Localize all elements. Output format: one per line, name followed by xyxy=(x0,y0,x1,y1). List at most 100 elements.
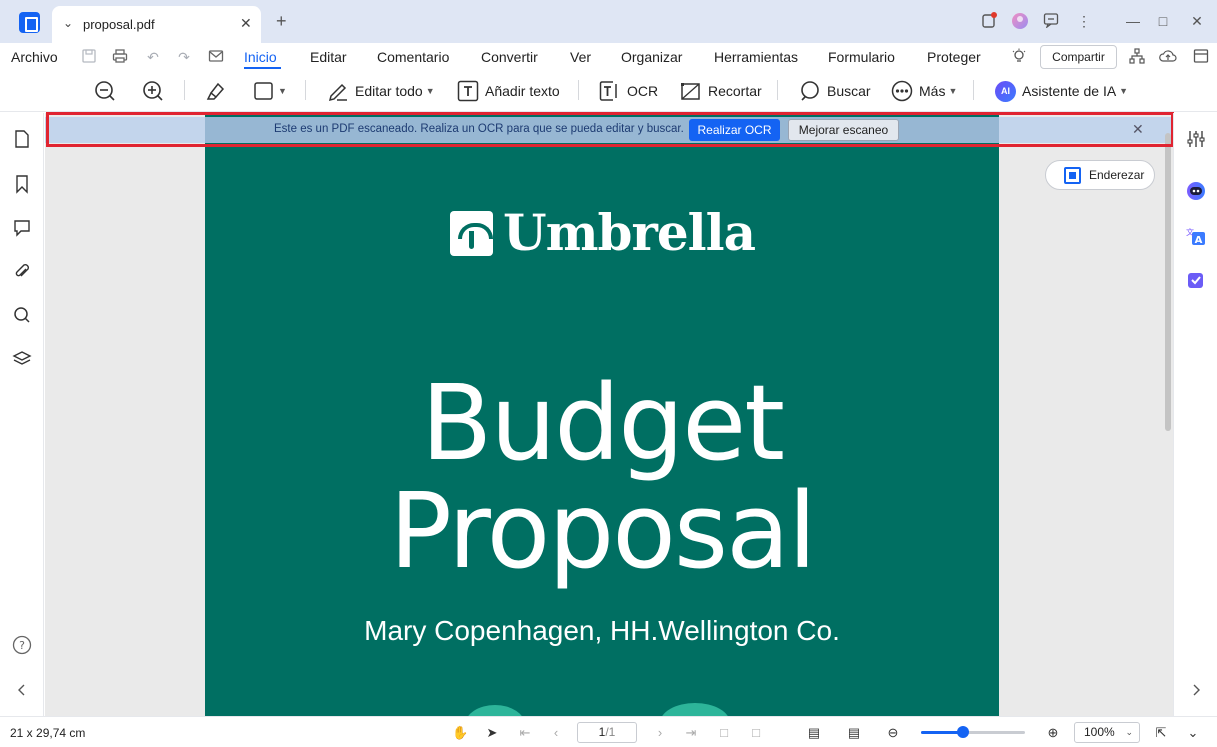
svg-text:文: 文 xyxy=(1186,227,1194,237)
undo-icon[interactable]: ↶ xyxy=(144,48,162,66)
task-check-icon[interactable] xyxy=(1186,270,1206,290)
add-text-label: Añadir texto xyxy=(485,83,560,99)
more-button[interactable]: Más ▼ xyxy=(891,80,957,102)
ai-assistant-button[interactable]: AI Asistente de IA ▼ xyxy=(995,80,1128,102)
highlighter-icon xyxy=(206,82,225,100)
chevron-down-icon: ▼ xyxy=(425,86,435,96)
text-box-icon xyxy=(457,80,479,102)
first-page-icon[interactable]: ⇤ xyxy=(517,725,533,741)
straighten-button[interactable]: Enderezar xyxy=(1045,160,1155,190)
highlight-button[interactable] xyxy=(205,80,227,102)
umbrella-logo-icon xyxy=(450,210,493,256)
lightbulb-icon[interactable] xyxy=(1010,48,1028,66)
select-tool-icon[interactable]: ➤ xyxy=(484,725,500,741)
chevron-down-icon: ▼ xyxy=(948,86,958,96)
bookmark-icon[interactable] xyxy=(12,174,32,194)
search-icon xyxy=(801,81,819,101)
page-thumbnail-icon[interactable] xyxy=(12,129,32,149)
shape-button[interactable]: ▼ xyxy=(253,80,287,102)
search-label: Buscar xyxy=(827,83,871,99)
zoom-out-button[interactable] xyxy=(94,80,116,102)
menu-convertir[interactable]: Convertir xyxy=(481,49,538,65)
rotate-right-icon[interactable]: □ xyxy=(748,725,764,740)
menu-archivo[interactable]: Archivo xyxy=(11,49,58,65)
notification-icon[interactable] xyxy=(979,12,999,30)
document-title-line-1: Budget xyxy=(420,362,785,484)
straighten-label: Enderezar xyxy=(1089,168,1145,182)
menu-formulario[interactable]: Formulario xyxy=(828,49,895,65)
zoom-level-select[interactable]: 100% ⌄ xyxy=(1074,722,1140,743)
menu-editar[interactable]: Editar xyxy=(310,49,347,65)
menu-proteger[interactable]: Proteger xyxy=(927,49,981,65)
page-display-icon[interactable]: ▤ xyxy=(806,725,822,741)
next-page-icon[interactable]: › xyxy=(652,725,668,740)
document-canvas[interactable]: Umbrella Budget Proposal Mary Copenhagen… xyxy=(45,113,1173,716)
page-number-input[interactable]: 1/1 xyxy=(577,722,637,743)
crop-button[interactable]: Recortar xyxy=(680,80,762,102)
zoom-in-icon[interactable]: ⊕ xyxy=(1045,725,1061,741)
close-window-icon[interactable]: ✕ xyxy=(1187,12,1207,30)
hand-tool-icon[interactable]: ✋ xyxy=(452,725,468,741)
more-horizontal-icon xyxy=(891,80,913,102)
print-icon[interactable] xyxy=(111,48,129,66)
ai-robot-icon[interactable] xyxy=(1186,181,1206,201)
decorative-shape xyxy=(660,703,730,716)
search-icon[interactable] xyxy=(12,305,32,325)
edit-all-button[interactable]: Editar todo ▼ xyxy=(327,80,435,102)
document-author: Mary Copenhagen, HH.Wellington Co. xyxy=(364,615,840,646)
comment-icon[interactable] xyxy=(12,218,32,238)
maximize-icon[interactable]: □ xyxy=(1153,12,1173,30)
share-button[interactable]: Compartir xyxy=(1040,45,1117,69)
straighten-icon xyxy=(1064,167,1081,184)
fit-page-icon[interactable]: ⇱ xyxy=(1153,725,1169,741)
zoom-out-icon[interactable]: ⊖ xyxy=(885,725,901,741)
menu-organizar[interactable]: Organizar xyxy=(621,49,682,65)
collapse-left-icon[interactable] xyxy=(12,680,32,700)
chevron-down-icon[interactable]: ⌄ xyxy=(63,16,73,30)
title-bar: ⌄ proposal.pdf ✕ + ⋮ — □ ✕ xyxy=(0,0,1217,43)
cloud-upload-icon[interactable] xyxy=(1159,48,1177,66)
zoom-slider-thumb[interactable] xyxy=(956,726,969,738)
attachment-icon[interactable] xyxy=(12,262,32,282)
zoom-in-button[interactable] xyxy=(142,80,164,102)
zoom-out-icon xyxy=(95,81,115,101)
rotate-left-icon[interactable]: □ xyxy=(716,725,732,740)
more-vertical-icon[interactable]: ⋮ xyxy=(1074,12,1094,30)
brand-name: Umbrella xyxy=(503,203,756,262)
collapse-right-icon[interactable] xyxy=(1186,680,1206,700)
minimize-icon[interactable]: — xyxy=(1123,12,1143,30)
status-bar: 21 x 29,74 cm ✋ ➤ ⇤ ‹ 1/1 › ⇥ □ □ ▤ ▤ ⊖ … xyxy=(0,716,1217,747)
feedback-icon[interactable] xyxy=(1041,12,1061,30)
last-page-icon[interactable]: ⇥ xyxy=(683,725,699,741)
vertical-scrollbar[interactable] xyxy=(1165,133,1171,431)
panel-toggle-icon[interactable] xyxy=(1192,48,1210,66)
translate-icon[interactable]: A文 xyxy=(1186,226,1206,246)
zoom-in-icon xyxy=(143,81,163,101)
ocr-button[interactable]: OCR xyxy=(599,80,658,102)
active-menu-indicator xyxy=(244,67,281,69)
layers-icon[interactable] xyxy=(12,349,32,369)
close-tab-icon[interactable]: ✕ xyxy=(240,15,252,32)
avatar[interactable] xyxy=(1010,12,1030,30)
crop-label: Recortar xyxy=(708,83,762,99)
chevron-down-icon: ▼ xyxy=(1119,86,1129,96)
add-text-button[interactable]: Añadir texto xyxy=(457,80,560,102)
view-mode-icon[interactable]: ▤ xyxy=(846,725,862,741)
scroll-down-icon[interactable]: ⌄ xyxy=(1185,725,1201,741)
help-icon[interactable]: ? xyxy=(12,635,32,655)
save-icon[interactable] xyxy=(80,48,98,66)
document-tab[interactable]: ⌄ proposal.pdf ✕ xyxy=(52,6,261,43)
menu-comentario[interactable]: Comentario xyxy=(377,49,449,65)
network-icon[interactable] xyxy=(1128,48,1146,66)
new-tab-icon[interactable]: + xyxy=(276,12,287,30)
chevron-down-icon: ⌄ xyxy=(1125,727,1133,737)
redo-icon[interactable]: ↷ xyxy=(175,48,193,66)
previous-page-icon[interactable]: ‹ xyxy=(548,725,564,740)
mail-icon[interactable] xyxy=(207,48,225,66)
properties-sliders-icon[interactable] xyxy=(1186,129,1206,149)
right-sidebar: A文 xyxy=(1173,113,1217,716)
menu-inicio[interactable]: Inicio xyxy=(244,49,277,65)
menu-ver[interactable]: Ver xyxy=(570,49,591,65)
menu-herramientas[interactable]: Herramientas xyxy=(714,49,798,65)
search-button[interactable]: Buscar xyxy=(799,80,871,102)
